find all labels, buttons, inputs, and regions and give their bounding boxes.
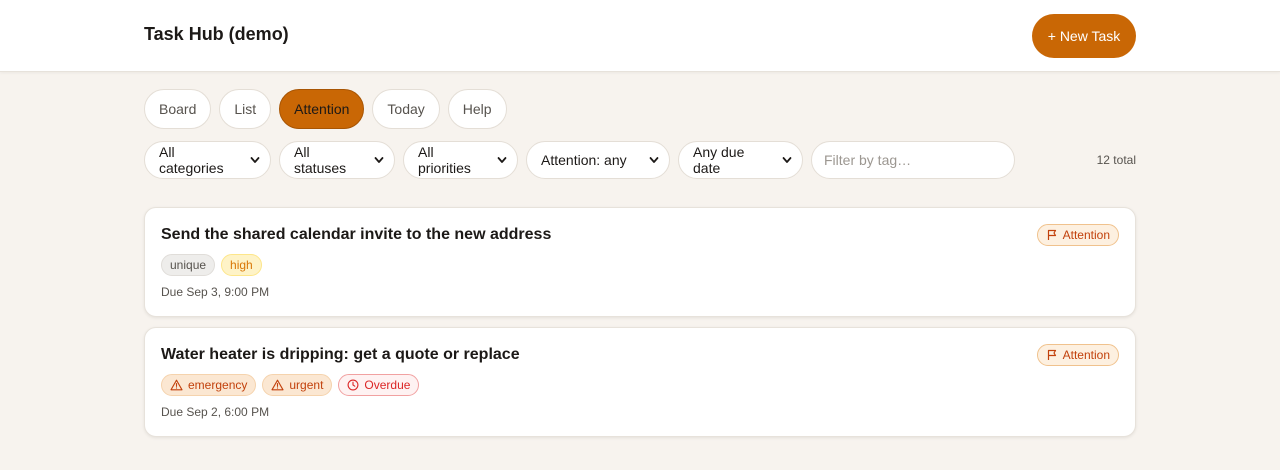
chevron-down-icon bbox=[250, 157, 260, 163]
tab-attention[interactable]: Attention bbox=[279, 89, 365, 129]
app-title: Task Hub (demo) bbox=[144, 24, 289, 44]
overdue-chip: Overdue bbox=[338, 374, 420, 396]
view-tabs: Board List Attention Today Help bbox=[144, 89, 507, 129]
clock-icon bbox=[347, 379, 359, 391]
due-date-select-value: Any due date bbox=[693, 144, 745, 176]
task-tags: emergency urgent Overdue bbox=[161, 374, 420, 396]
chevron-down-icon bbox=[649, 157, 659, 163]
status-select-value: All statuses bbox=[294, 144, 347, 176]
tab-list[interactable]: List bbox=[219, 89, 272, 129]
tab-today[interactable]: Today bbox=[372, 89, 440, 129]
warning-icon bbox=[271, 379, 284, 391]
attention-badge[interactable]: Attention bbox=[1036, 224, 1119, 246]
task-card[interactable]: Send the shared calendar invite to the n… bbox=[144, 207, 1136, 317]
due-date: Due Sep 3, 9:00 PM bbox=[161, 285, 270, 299]
task-card[interactable]: Water heater is dripping: get a quote or… bbox=[144, 327, 1136, 437]
priority-select[interactable]: All priorities bbox=[403, 141, 518, 179]
tag-chip: urgent bbox=[262, 374, 333, 396]
tag-chip: unique bbox=[161, 254, 216, 276]
priority-select-value: All priorities bbox=[418, 144, 471, 176]
category-select-value: All categories bbox=[159, 144, 224, 176]
tag-chip: emergency bbox=[161, 374, 257, 396]
top-bar: Task Hub (demo) + New Task bbox=[0, 0, 1280, 72]
task-title: Send the shared calendar invite to the n… bbox=[161, 226, 552, 243]
warning-icon bbox=[170, 379, 183, 391]
tag-chip-label: emergency bbox=[188, 378, 248, 392]
attention-badge-label: Attention bbox=[1062, 228, 1110, 242]
status-select[interactable]: All statuses bbox=[279, 141, 395, 179]
attention-select-value: Attention: any bbox=[541, 152, 627, 168]
tab-help[interactable]: Help bbox=[447, 89, 507, 129]
flag-icon bbox=[1047, 229, 1056, 240]
chevron-down-icon bbox=[782, 157, 792, 163]
flag-icon bbox=[1047, 349, 1056, 360]
total-count: 12 total bbox=[1096, 153, 1136, 167]
task-tags: unique high bbox=[161, 254, 262, 276]
chevron-down-icon bbox=[497, 157, 507, 163]
attention-select[interactable]: Attention: any bbox=[526, 141, 670, 179]
chevron-down-icon bbox=[374, 157, 384, 163]
filter-bar: All categories All statuses All prioriti… bbox=[144, 141, 1015, 179]
attention-badge[interactable]: Attention bbox=[1036, 344, 1119, 366]
tab-board[interactable]: Board bbox=[144, 89, 212, 129]
new-task-button[interactable]: + New Task bbox=[1032, 14, 1136, 58]
priority-chip: high bbox=[221, 254, 262, 276]
due-date-select[interactable]: Any due date bbox=[678, 141, 803, 179]
attention-badge-label: Attention bbox=[1062, 348, 1110, 362]
overdue-chip-label: Overdue bbox=[364, 378, 411, 392]
tag-chip-label: urgent bbox=[289, 378, 324, 392]
category-select[interactable]: All categories bbox=[144, 141, 271, 179]
tag-filter-input[interactable] bbox=[811, 141, 1015, 179]
task-title: Water heater is dripping: get a quote or… bbox=[161, 346, 520, 363]
due-date: Due Sep 2, 6:00 PM bbox=[161, 405, 270, 419]
